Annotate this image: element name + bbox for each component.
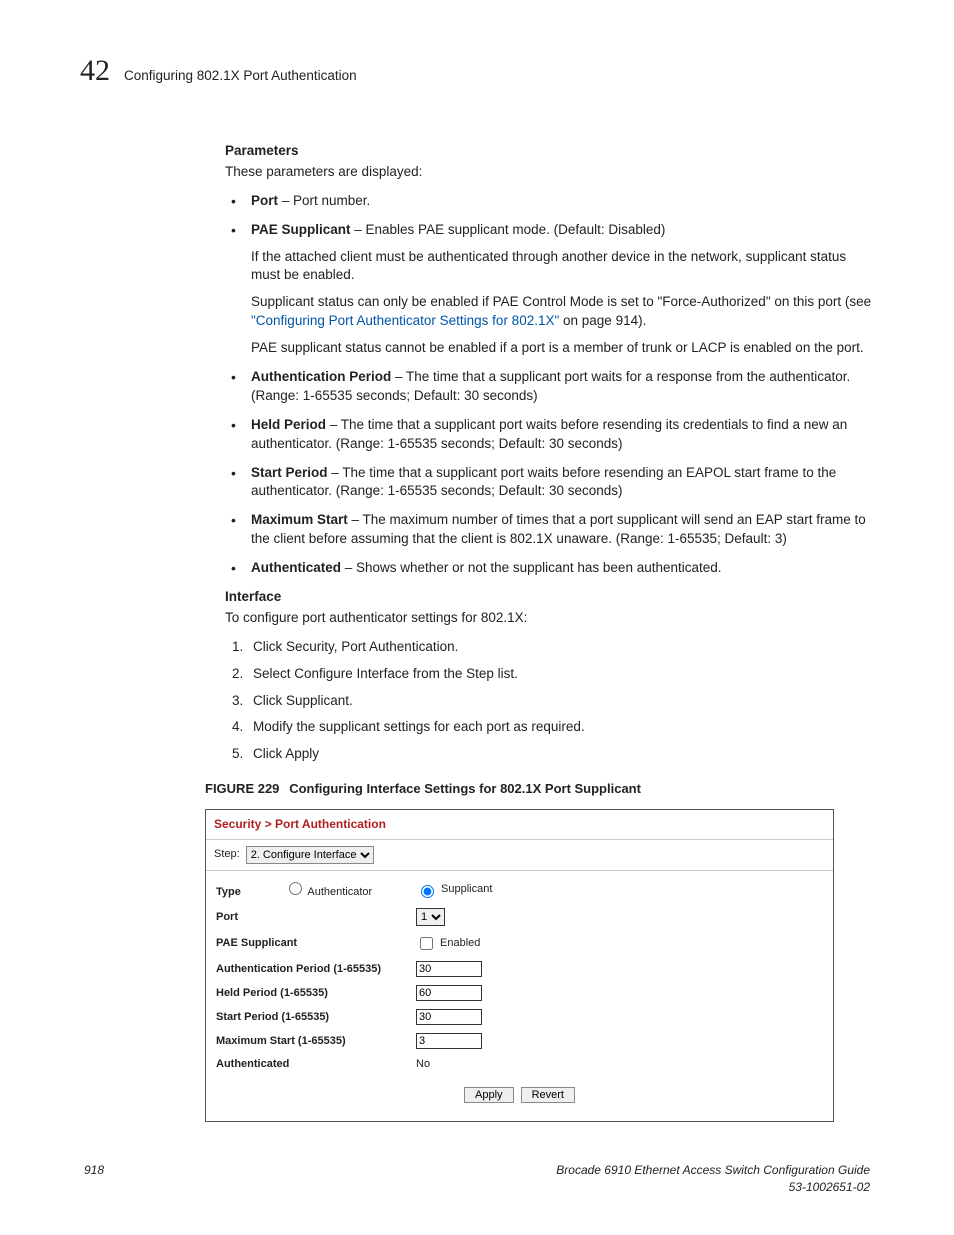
desc-heldp: – The time that a supplicant port waits … [251, 417, 847, 451]
auth-label: Authenticated [216, 1057, 416, 1072]
term-auth: Authenticated [251, 560, 341, 575]
maxs-label: Maximum Start (1-65535) [216, 1034, 416, 1049]
startp-label: Start Period (1-65535) [216, 1010, 416, 1025]
figure-caption-line: FIGURE 229 Configuring Interface Setting… [205, 780, 874, 799]
desc-startp: – The time that a supplicant port waits … [251, 465, 836, 499]
step-item: Modify the supplicant settings for each … [247, 718, 874, 737]
pae-sub3: PAE supplicant status cannot be enabled … [251, 339, 874, 358]
pae-sub2b: on page 914). [559, 313, 646, 328]
auth-value: No [416, 1057, 430, 1072]
doc-number: 53-1002651-02 [556, 1179, 870, 1196]
term-port: Port [251, 193, 278, 208]
step-item: Select Configure Interface from the Step… [247, 665, 874, 684]
step-item: Click Apply [247, 745, 874, 764]
pae-enabled-label: Enabled [440, 936, 480, 951]
authp-label: Authentication Period (1-65535) [216, 962, 416, 977]
pae-checkbox[interactable] [420, 937, 433, 950]
figure-label: FIGURE 229 [205, 781, 279, 796]
pae-label: PAE Supplicant [216, 936, 416, 951]
heldp-input[interactable] [416, 985, 482, 1001]
radio-supplicant[interactable] [421, 885, 434, 898]
list-item: PAE Supplicant – Enables PAE supplicant … [225, 221, 874, 358]
list-item: Port – Port number. [225, 192, 874, 211]
parameters-heading: Parameters [225, 142, 874, 161]
panel-breadcrumb: Security > Port Authentication [206, 810, 833, 840]
type-label: Type Authenticator [216, 879, 416, 900]
term-authp: Authentication Period [251, 369, 391, 384]
pae-sub2a: Supplicant status can only be enabled if… [251, 294, 871, 309]
step-item: Click Security, Port Authentication. [247, 638, 874, 657]
maxs-input[interactable] [416, 1033, 482, 1049]
radio-authenticator-label: Authenticator [307, 886, 372, 898]
pae-sub1: If the attached client must be authentic… [251, 248, 874, 286]
desc-pae: – Enables PAE supplicant mode. (Default:… [351, 222, 666, 237]
radio-supplicant-label: Supplicant [441, 882, 492, 897]
interface-steps: Click Security, Port Authentication. Sel… [225, 638, 874, 764]
port-label: Port [216, 910, 416, 925]
term-pae: PAE Supplicant [251, 222, 351, 237]
step-label: Step: [214, 847, 240, 862]
chapter-number: 42 [80, 50, 110, 92]
authp-input[interactable] [416, 961, 482, 977]
step-select[interactable]: 2. Configure Interface [246, 846, 374, 864]
page-header: 42 Configuring 802.1X Port Authenticatio… [80, 50, 874, 92]
interface-heading: Interface [225, 588, 874, 607]
link-config-port-auth[interactable]: "Configuring Port Authenticator Settings… [251, 313, 559, 328]
startp-input[interactable] [416, 1009, 482, 1025]
step-item: Click Supplicant. [247, 692, 874, 711]
config-panel: Security > Port Authentication Step: 2. … [205, 809, 834, 1122]
parameters-intro: These parameters are displayed: [225, 163, 874, 182]
list-item: Authenticated – Shows whether or not the… [225, 559, 874, 578]
heldp-label: Held Period (1-65535) [216, 986, 416, 1001]
list-item: Authentication Period – The time that a … [225, 368, 874, 406]
term-maxs: Maximum Start [251, 512, 348, 527]
port-select[interactable]: 1 [416, 908, 445, 926]
desc-port: – Port number. [278, 193, 370, 208]
chapter-title: Configuring 802.1X Port Authentication [124, 67, 357, 86]
figure-caption: Configuring Interface Settings for 802.1… [289, 781, 641, 796]
list-item: Maximum Start – The maximum number of ti… [225, 511, 874, 549]
apply-button[interactable]: Apply [464, 1087, 514, 1103]
desc-auth: – Shows whether or not the supplicant ha… [341, 560, 722, 575]
term-startp: Start Period [251, 465, 328, 480]
page-number: 918 [84, 1162, 104, 1179]
panel-step-row: Step: 2. Configure Interface [206, 840, 833, 871]
page-footer: 918 Brocade 6910 Ethernet Access Switch … [80, 1162, 874, 1196]
radio-authenticator[interactable] [289, 882, 302, 895]
interface-intro: To configure port authenticator settings… [225, 609, 874, 628]
pae-sub2: Supplicant status can only be enabled if… [251, 293, 874, 331]
revert-button[interactable]: Revert [521, 1087, 575, 1103]
doc-title: Brocade 6910 Ethernet Access Switch Conf… [556, 1162, 870, 1179]
term-heldp: Held Period [251, 417, 326, 432]
list-item: Held Period – The time that a supplicant… [225, 416, 874, 454]
list-item: Start Period – The time that a supplican… [225, 464, 874, 502]
parameters-list: Port – Port number. PAE Supplicant – Ena… [225, 192, 874, 578]
